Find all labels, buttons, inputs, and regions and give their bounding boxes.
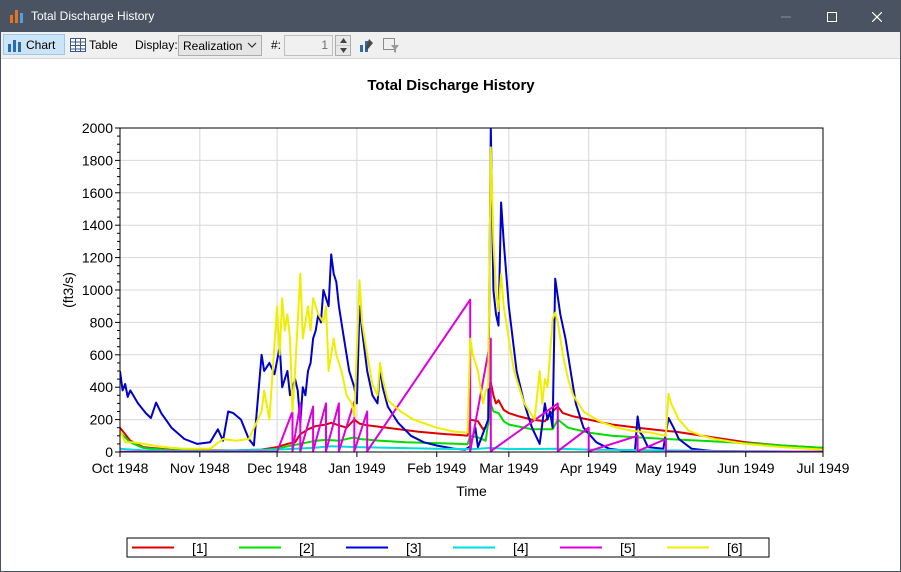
realization-number-input[interactable]: 1 [284,35,333,56]
x-tick-label: May 1949 [635,460,697,476]
toolbar: Chart Table Display: Realization #: 1 [1,32,900,59]
table-view-button[interactable]: Table [67,34,123,55]
realization-stepper[interactable] [335,35,351,56]
legend-label-2: [2] [299,540,315,556]
y-tick-label: 200 [90,412,114,428]
legend-label-5: [5] [620,540,636,556]
close-button[interactable] [854,1,900,32]
maximize-icon [827,11,837,22]
chart-properties-icon[interactable] [358,36,376,54]
chart-view-button[interactable]: Chart [3,34,65,55]
x-tick-label: Dec 1948 [247,460,307,476]
y-tick-label: 1200 [82,250,113,266]
display-select[interactable]: Realization [178,35,262,56]
title-bar[interactable]: Total Discharge History [1,1,900,32]
y-axis-label: (ft3/s) [60,272,76,308]
maximize-button[interactable] [809,1,855,32]
table-view-label: Table [89,37,118,52]
chevron-down-icon [247,42,257,48]
close-icon [872,11,882,22]
chart-view-label: Chart [26,37,56,52]
y-tick-label: 1000 [82,282,113,298]
window-title: Total Discharge History [31,9,155,23]
chart-area: Total Discharge History 0 200 400 600 800 100… [1,59,900,571]
legend-label-6: [6] [727,540,743,556]
bar-chart-icon [8,39,21,52]
y-tick-label: 400 [90,379,114,395]
y-tick-label: 1800 [82,152,113,168]
y-tick-label: 0 [105,444,113,460]
chart-window: Total Discharge History Chart Table Disp… [0,0,901,572]
bar-chart-icon [10,10,23,23]
x-tick-label: Jan 1949 [328,460,386,476]
y-tick-label: 1600 [82,185,113,201]
x-tick-label: Oct 1948 [92,460,149,476]
x-axis-label: Time [456,483,487,499]
x-tick-label: Apr 1949 [560,460,617,476]
chart-axes: 0 200 400 600 800 1000 1200 1400 1600 1800 2000 Oct… [82,120,850,476]
chart-svg: Total Discharge History 0 200 400 600 800 100… [60,77,850,558]
y-tick-label: 800 [90,314,114,330]
y-tick-label: 600 [90,347,114,363]
x-tick-label: Jul 1949 [797,460,850,476]
chart-legend: [1] [2] [3] [4] [5] [6] [126,537,770,558]
x-tick-label: Jun 1949 [717,460,775,476]
filter-icon[interactable] [382,36,400,54]
chart-grid [119,127,824,453]
chart-title: Total Discharge History [367,77,535,94]
y-tick-label: 1400 [82,217,113,233]
stepper-down-icon[interactable] [336,45,350,55]
x-tick-label: Feb 1949 [407,460,466,476]
legend-label-3: [3] [406,540,422,556]
stepper-up-icon[interactable] [336,36,350,45]
legend-label-4: [4] [513,540,529,556]
table-icon [70,37,86,52]
x-tick-label: Mar 1949 [479,460,538,476]
display-select-value: Realization [183,38,243,53]
y-tick-label: 2000 [82,120,113,136]
minimize-icon [781,16,791,17]
x-tick-label: Nov 1948 [170,460,230,476]
minimize-button[interactable] [763,1,809,32]
realization-number-label: #: [271,38,282,52]
legend-label-1: [1] [192,540,208,556]
display-label: Display: [135,38,178,52]
